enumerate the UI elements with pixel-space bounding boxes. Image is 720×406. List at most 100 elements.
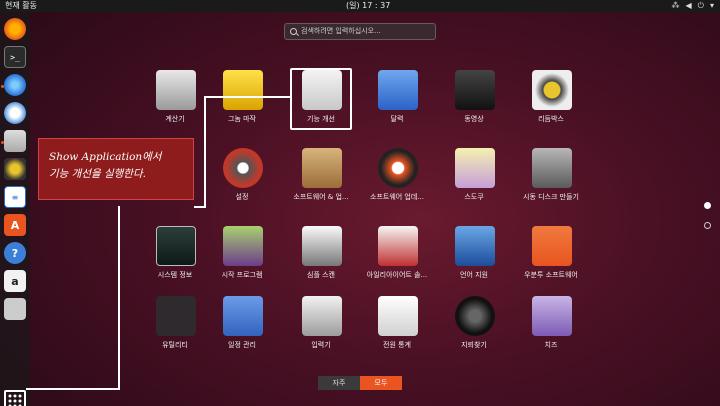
app-item[interactable]: 유틸리티 xyxy=(139,294,211,360)
chevron-down-icon: ▾ xyxy=(709,1,714,10)
app-item[interactable]: 동영상 xyxy=(438,68,510,134)
page-dot-2[interactable] xyxy=(704,222,711,229)
power-icon: ⏻ xyxy=(697,1,704,10)
annotation-line-top xyxy=(204,96,290,98)
top-bar: 현재 활동 (일) 17 : 37 ⁂ ◀ ⏻ ▾ xyxy=(0,0,720,12)
utilities-folder-icon xyxy=(156,296,196,336)
settings-icon xyxy=(223,148,263,188)
cheese-icon xyxy=(532,296,572,336)
videos-icon xyxy=(455,70,495,110)
app-label: 심플 스캔 xyxy=(307,271,335,279)
calculator-icon xyxy=(156,70,196,110)
scanner-icon xyxy=(302,226,342,266)
app-label: 그놈 마작 xyxy=(228,115,256,123)
rhythmbox-dock-icon[interactable] xyxy=(4,158,26,180)
amazon-icon[interactable]: a xyxy=(4,270,26,292)
ubuntu-software-dock-icon[interactable]: A xyxy=(4,214,26,236)
all-tab[interactable]: 모두 xyxy=(360,376,402,390)
thunderbird-icon[interactable] xyxy=(4,74,26,96)
tweaks-dock-icon[interactable] xyxy=(4,298,26,320)
app-item[interactable]: 달력 xyxy=(361,68,433,134)
app-item[interactable]: 우분투 소프트웨어 xyxy=(515,224,587,290)
app-item[interactable]: 시작 프로그램 xyxy=(206,224,278,290)
annotation-line1: Show Application에서 xyxy=(49,151,162,163)
activities-button[interactable]: 현재 활동 xyxy=(5,0,37,12)
app-label: 우분투 소프트웨어 xyxy=(524,271,578,279)
files-icon[interactable] xyxy=(4,130,26,152)
app-label: 언어 지원 xyxy=(460,271,488,279)
app-label: 시작 프로그램 xyxy=(221,271,263,279)
app-item[interactable]: 입력기 xyxy=(285,294,357,360)
app-label: 소프트웨어 업데... xyxy=(370,193,424,201)
app-label: 계산기 xyxy=(165,115,185,123)
app-item[interactable]: 치즈 xyxy=(515,294,587,360)
app-item[interactable]: 설정 xyxy=(206,146,278,212)
app-item[interactable]: 시스템 정보 xyxy=(139,224,211,290)
app-item[interactable]: 기능 개선 xyxy=(285,68,357,134)
solitaire-icon xyxy=(378,226,418,266)
clock[interactable]: (일) 17 : 37 xyxy=(346,0,390,12)
keyboard-icon xyxy=(302,296,342,336)
app-item[interactable]: 심플 스캔 xyxy=(285,224,357,290)
app-label: 소프트웨어 & 업... xyxy=(293,193,349,201)
startup-apps-icon xyxy=(223,226,263,266)
frequent-tab[interactable]: 자주 xyxy=(318,376,360,390)
app-label: 스도쿠 xyxy=(464,193,484,201)
startup-disk-icon xyxy=(532,148,572,188)
app-item[interactable]: 스도쿠 xyxy=(438,146,510,212)
mahjongg-icon xyxy=(223,70,263,110)
view-switch: 자주 모두 xyxy=(318,376,402,390)
power-stats-icon xyxy=(378,296,418,336)
todo-icon xyxy=(223,296,263,336)
app-item[interactable]: 리듬박스 xyxy=(515,68,587,134)
app-label: 기능 개선 xyxy=(307,115,335,123)
rhythmbox-icon xyxy=(532,70,572,110)
tweaks-icon xyxy=(302,70,342,110)
annotation-callout: Show Application에서 기능 개선을 실행한다. xyxy=(38,138,194,200)
search-input[interactable]: 검색하려면 입력하십시오... xyxy=(284,23,436,40)
software-updates-icon xyxy=(302,148,342,188)
app-label: 일정 관리 xyxy=(228,341,256,349)
system-tray[interactable]: ⁂ ◀ ⏻ ▾ xyxy=(672,0,715,12)
app-label: 아일리아이어트 솔... xyxy=(366,271,428,279)
app-label: 시동 디스크 만들기 xyxy=(523,193,579,201)
software-updater-icon xyxy=(378,148,418,188)
show-applications-button[interactable] xyxy=(4,390,26,406)
app-item[interactable]: 아일리아이어트 솔... xyxy=(361,224,433,290)
sudoku-icon xyxy=(455,148,495,188)
app-item[interactable]: 그놈 마작 xyxy=(206,68,278,134)
app-item[interactable]: 지뢰찾기 xyxy=(438,294,510,360)
app-grid-icon xyxy=(8,394,22,406)
app-item[interactable]: 언어 지원 xyxy=(438,224,510,290)
annotation-line-bottom xyxy=(26,388,120,390)
app-label: 유틸리티 xyxy=(162,341,188,349)
help-icon[interactable]: ? xyxy=(4,242,26,264)
search-placeholder: 검색하려면 입력하십시오... xyxy=(301,27,381,35)
app-label: 설정 xyxy=(235,193,249,201)
page-dot-1[interactable] xyxy=(704,202,711,209)
volume-icon: ◀ xyxy=(685,1,692,10)
thunderbird-mail-icon[interactable] xyxy=(4,102,26,124)
firefox-icon[interactable] xyxy=(4,18,26,40)
annotation-line2: 기능 개선을 실행한다. xyxy=(49,168,146,180)
app-item[interactable]: 소프트웨어 업데... xyxy=(361,146,433,212)
app-label: 동영상 xyxy=(464,115,484,123)
annotation-line-vertical-left xyxy=(118,206,120,390)
search-icon xyxy=(290,28,297,35)
app-label: 전원 통계 xyxy=(383,341,411,349)
app-item[interactable]: 일정 관리 xyxy=(206,294,278,360)
app-label: 리듬박스 xyxy=(538,115,564,123)
app-item[interactable]: 계산기 xyxy=(139,68,211,134)
writer-icon[interactable]: ≡ xyxy=(4,186,26,208)
terminal-icon[interactable]: >_ xyxy=(4,46,26,68)
app-label: 입력기 xyxy=(311,341,331,349)
app-item[interactable]: 시동 디스크 만들기 xyxy=(515,146,587,212)
language-icon xyxy=(455,226,495,266)
app-label: 달력 xyxy=(390,115,404,123)
network-icon: ⁂ xyxy=(671,1,680,10)
dock: >_ ≡ A ? a xyxy=(0,12,30,406)
calendar-icon xyxy=(378,70,418,110)
app-item[interactable]: 전원 통계 xyxy=(361,294,433,360)
system-monitor-icon xyxy=(156,226,196,266)
app-item[interactable]: 소프트웨어 & 업... xyxy=(285,146,357,212)
